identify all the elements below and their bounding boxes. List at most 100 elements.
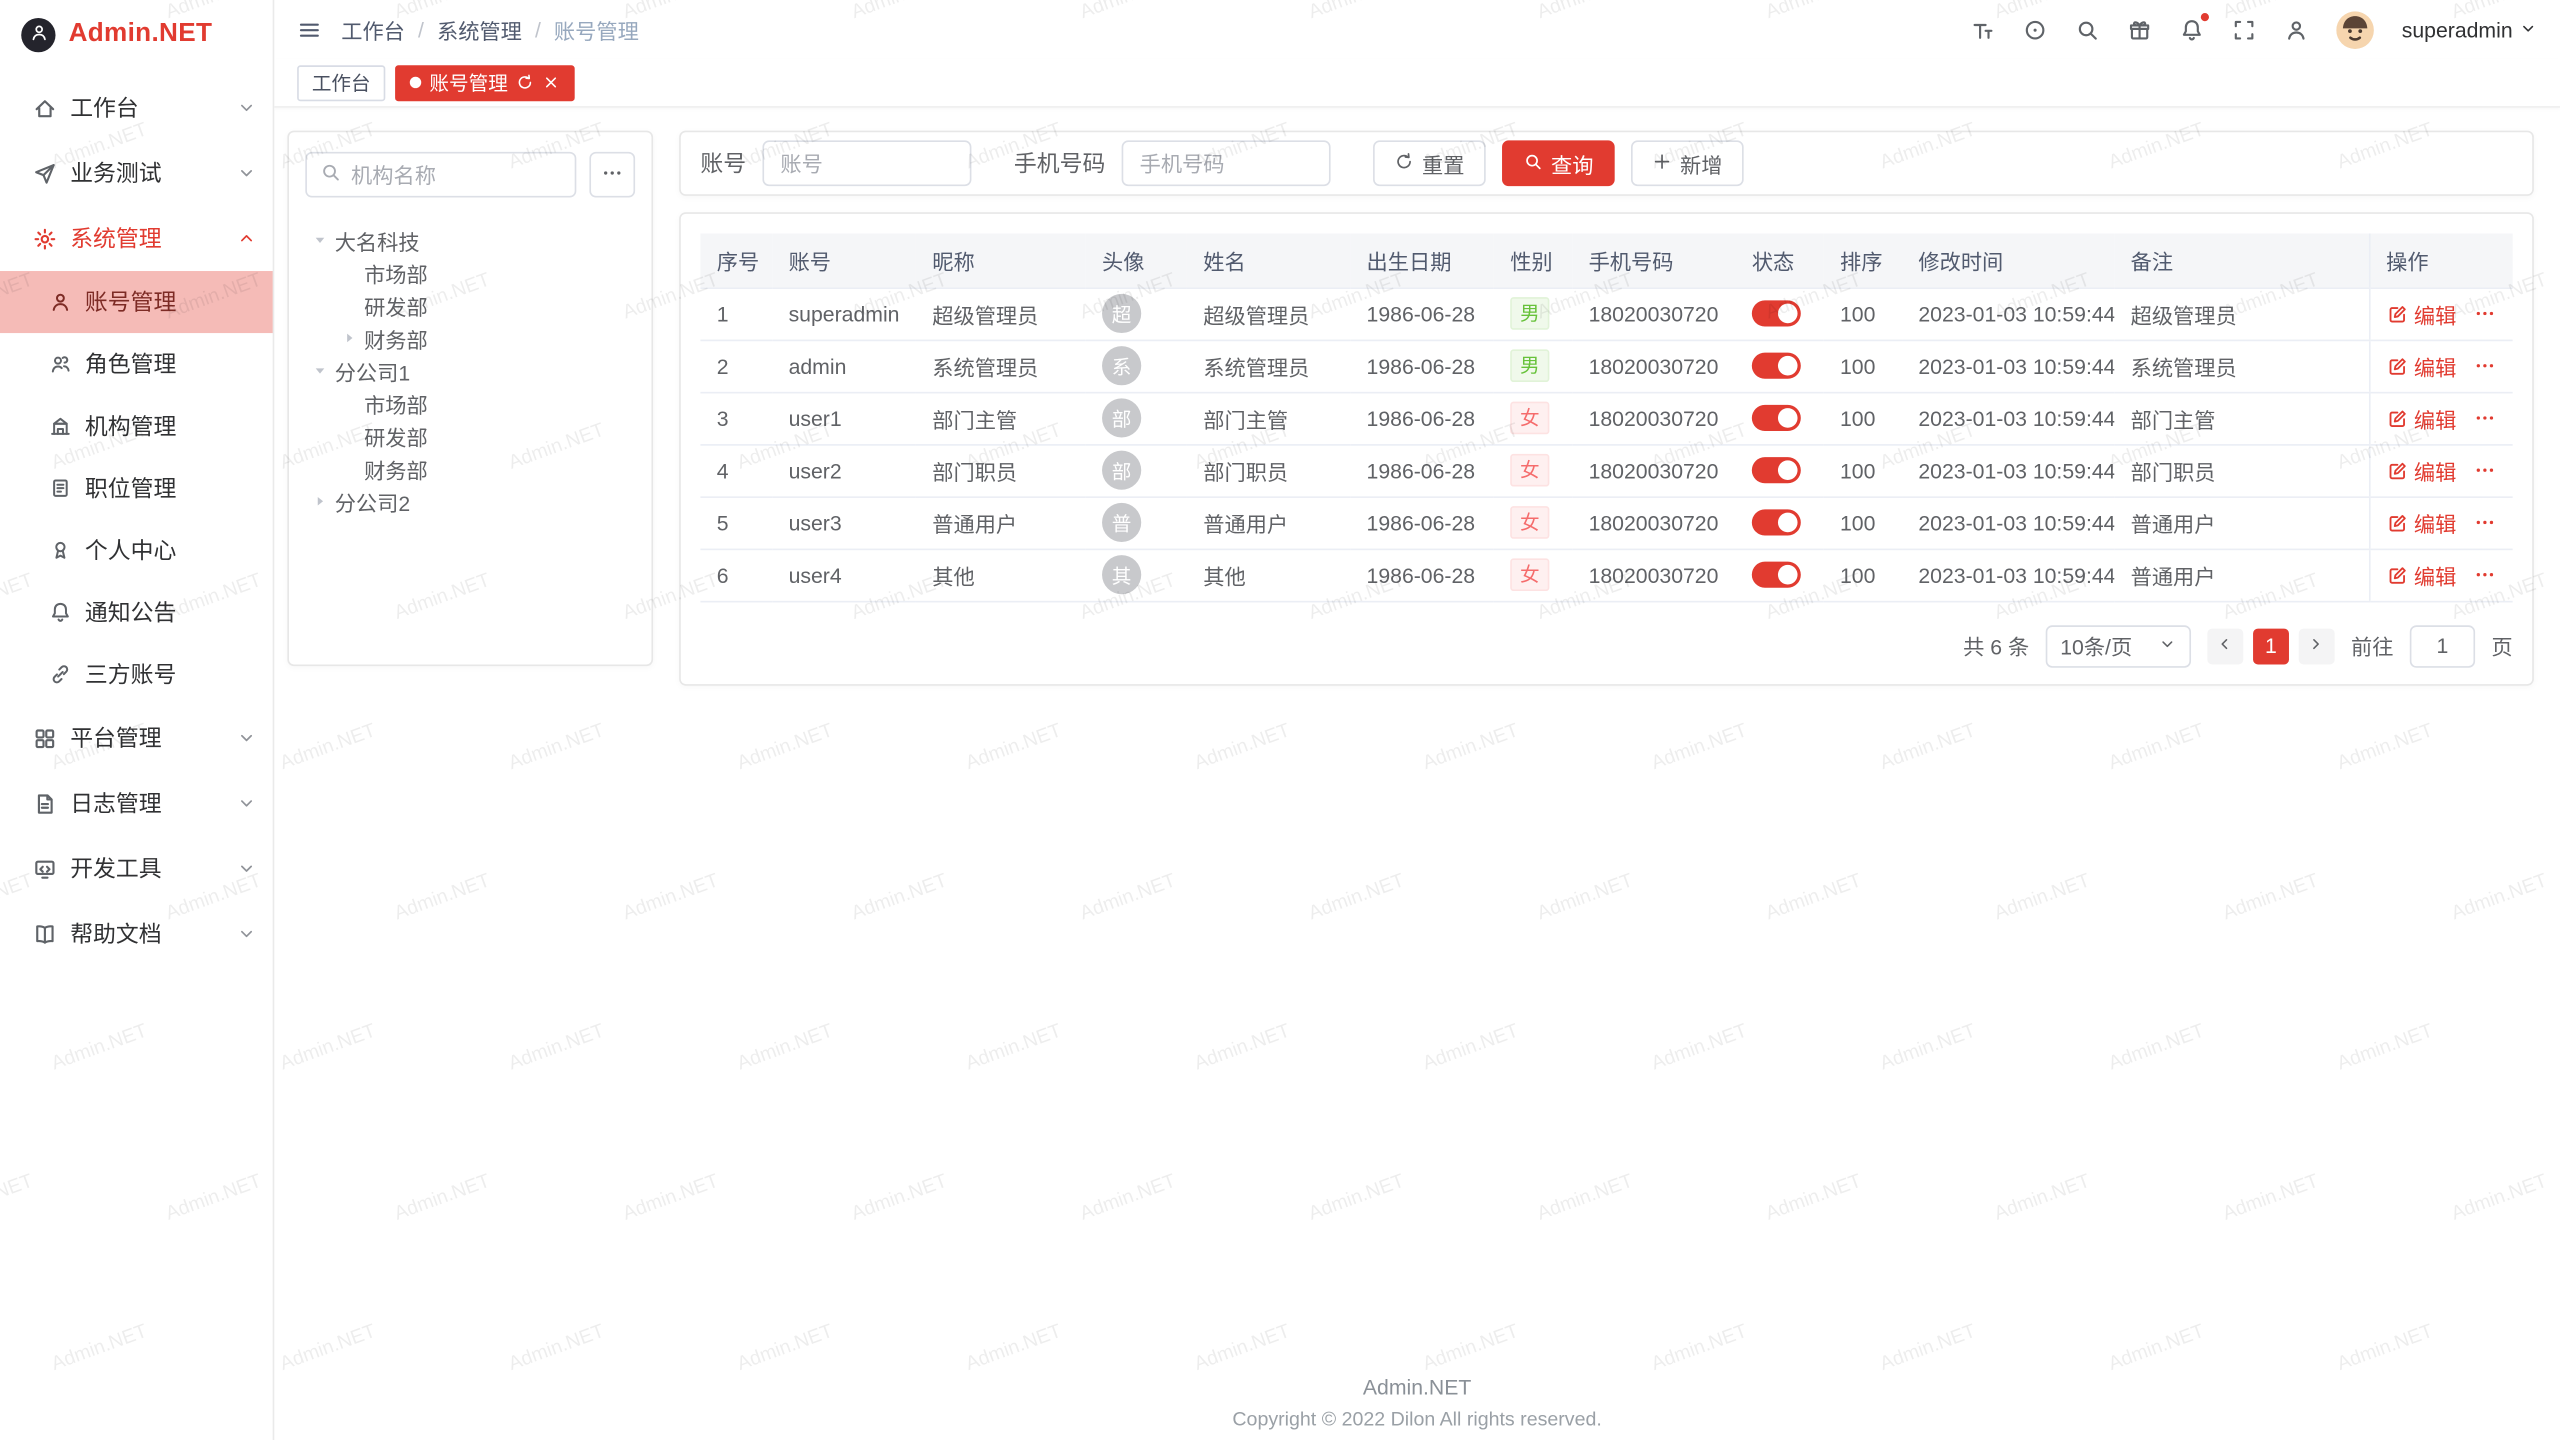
avatar-face-icon — [2336, 27, 2374, 48]
menu-item-label: 日志管理 — [70, 787, 223, 820]
cell-avatar: 超 — [1086, 287, 1187, 339]
sidebar-menu: 工作台业务测试系统管理账号管理角色管理机构管理职位管理个人中心通知公告三方账号平… — [0, 69, 273, 967]
tree-node[interactable]: 财务部 — [305, 322, 635, 355]
sidebar-subitem-org-mgmt[interactable]: 机构管理 — [0, 395, 273, 457]
status-toggle[interactable] — [1752, 353, 1801, 379]
edit-button[interactable]: 编辑 — [2386, 559, 2456, 590]
tree-node[interactable]: 分公司2 — [305, 485, 635, 518]
caret-down-icon[interactable] — [312, 232, 328, 248]
fullscreen-icon[interactable] — [2232, 17, 2256, 41]
org-search-box[interactable] — [305, 152, 576, 198]
row-more-button[interactable] — [2473, 407, 2496, 430]
tree-node[interactable]: 大名科技 — [305, 224, 635, 257]
person-icon[interactable] — [2284, 17, 2308, 41]
tree-node[interactable]: 研发部 — [305, 289, 635, 322]
row-more-button[interactable] — [2473, 354, 2496, 377]
breadcrumb-item[interactable]: 工作台 — [341, 14, 405, 45]
search-button[interactable]: 查询 — [1502, 140, 1615, 186]
main-content: 大名科技市场部研发部财务部分公司1市场部研发部财务部分公司2 账号 手机号码 重… — [274, 108, 2560, 1440]
status-toggle[interactable] — [1752, 301, 1801, 327]
add-button[interactable]: 新增 — [1631, 140, 1744, 186]
account-input[interactable] — [762, 140, 971, 186]
sidebar-subitem-position-mgmt[interactable]: 职位管理 — [0, 457, 273, 519]
edit-button[interactable]: 编辑 — [2386, 298, 2456, 329]
sidebar-item-help-docs[interactable]: 帮助文档 — [0, 901, 273, 966]
target-icon[interactable] — [2023, 17, 2047, 41]
tree-node-label: 市场部 — [364, 257, 428, 288]
edit-button[interactable]: 编辑 — [2386, 350, 2456, 381]
cell-sort: 100 — [1824, 549, 1902, 601]
tree-node[interactable]: 市场部 — [305, 387, 635, 420]
sidebar-subitem-account-mgmt[interactable]: 账号管理 — [0, 271, 273, 333]
status-toggle[interactable] — [1752, 458, 1801, 484]
cell-sort: 100 — [1824, 340, 1902, 392]
hamburger-icon[interactable] — [297, 17, 321, 41]
cell-birthday: 1986-06-28 — [1350, 444, 1494, 496]
edit-button[interactable]: 编辑 — [2386, 402, 2456, 433]
user-avatar[interactable] — [2336, 11, 2374, 49]
sidebar-subitem-profile-center[interactable]: 个人中心 — [0, 519, 273, 581]
tab-account-mgmt[interactable]: 账号管理 — [395, 64, 575, 100]
current-page[interactable]: 1 — [2253, 628, 2289, 664]
sidebar-subitem-notice[interactable]: 通知公告 — [0, 581, 273, 643]
table-row-admin: 2admin系统管理员系系统管理员1986-06-28男180200307201… — [700, 340, 2512, 392]
sidebar-item-dev-tools[interactable]: 开发工具 — [0, 836, 273, 901]
org-search-input[interactable] — [351, 162, 562, 186]
edit-label: 编辑 — [2414, 455, 2456, 486]
prev-page-button[interactable] — [2207, 628, 2243, 664]
phone-input[interactable] — [1122, 140, 1331, 186]
status-toggle[interactable] — [1752, 562, 1801, 588]
sidebar-item-log-mgmt[interactable]: 日志管理 — [0, 771, 273, 836]
tree-node[interactable]: 市场部 — [305, 256, 635, 289]
reset-button[interactable]: 重置 — [1373, 140, 1486, 186]
goto-page-input[interactable] — [2410, 624, 2475, 666]
cell-account: user1 — [772, 392, 916, 444]
sidebar-subitem-role-mgmt[interactable]: 角色管理 — [0, 333, 273, 395]
row-avatar: 其 — [1102, 555, 1141, 594]
status-toggle[interactable] — [1752, 405, 1801, 431]
edit-label: 编辑 — [2414, 507, 2456, 538]
org-tree: 大名科技市场部研发部财务部分公司1市场部研发部财务部分公司2 — [305, 224, 635, 518]
row-more-button[interactable] — [2473, 563, 2496, 586]
caret-right-icon[interactable] — [341, 330, 357, 346]
cell-operations: 编辑 — [2369, 287, 2513, 339]
row-avatar: 系 — [1102, 346, 1141, 385]
tree-node[interactable]: 分公司1 — [305, 354, 635, 387]
row-more-button[interactable] — [2473, 302, 2496, 325]
row-more-button[interactable] — [2473, 459, 2496, 482]
status-toggle[interactable] — [1752, 510, 1801, 536]
search-icon — [320, 162, 341, 188]
sidebar-item-workbench[interactable]: 工作台 — [0, 75, 273, 140]
sidebar-item-platform-mgmt[interactable]: 平台管理 — [0, 705, 273, 770]
tree-node[interactable]: 研发部 — [305, 420, 635, 453]
sidebar-item-system-mgmt[interactable]: 系统管理 — [0, 206, 273, 271]
row-more-button[interactable] — [2473, 511, 2496, 534]
edit-button[interactable]: 编辑 — [2386, 455, 2456, 486]
tree-more-button[interactable] — [589, 152, 635, 198]
cell-avatar: 其 — [1086, 549, 1187, 601]
app-logo[interactable]: Admin.NET — [0, 0, 273, 69]
search-icon[interactable] — [2075, 17, 2099, 41]
pagination: 共 6 条 10条/页 1 前往 页 — [700, 624, 2512, 666]
gift-icon[interactable] — [2127, 17, 2151, 41]
next-page-button[interactable] — [2299, 628, 2335, 664]
tab-workbench[interactable]: 工作台 — [297, 64, 385, 100]
user-menu[interactable]: superadmin — [2402, 17, 2537, 41]
tree-node-label: 分公司2 — [335, 486, 410, 517]
query-bar: 账号 手机号码 重置 查询 新增 — [679, 131, 2534, 196]
fontsize-icon[interactable] — [1971, 17, 1995, 41]
cell-remark: 普通用户 — [2114, 549, 2369, 601]
bell-icon[interactable] — [2180, 17, 2204, 41]
refresh-icon[interactable] — [516, 73, 534, 91]
breadcrumb-item[interactable]: 系统管理 — [437, 14, 522, 45]
cell-remark: 部门职员 — [2114, 444, 2369, 496]
close-icon[interactable] — [542, 73, 560, 91]
caret-right-icon[interactable] — [312, 493, 328, 509]
sidebar-item-business-test[interactable]: 业务测试 — [0, 140, 273, 205]
caret-down-icon[interactable] — [312, 362, 328, 378]
tree-node[interactable]: 财务部 — [305, 452, 635, 485]
sidebar-subitem-third-party-account[interactable]: 三方账号 — [0, 643, 273, 705]
page-size-select[interactable]: 10条/页 — [2046, 624, 2191, 666]
accounts-table-card: 序号账号昵称头像姓名出生日期性别手机号码状态排序修改时间备注操作1superad… — [679, 212, 2534, 685]
edit-button[interactable]: 编辑 — [2386, 507, 2456, 538]
